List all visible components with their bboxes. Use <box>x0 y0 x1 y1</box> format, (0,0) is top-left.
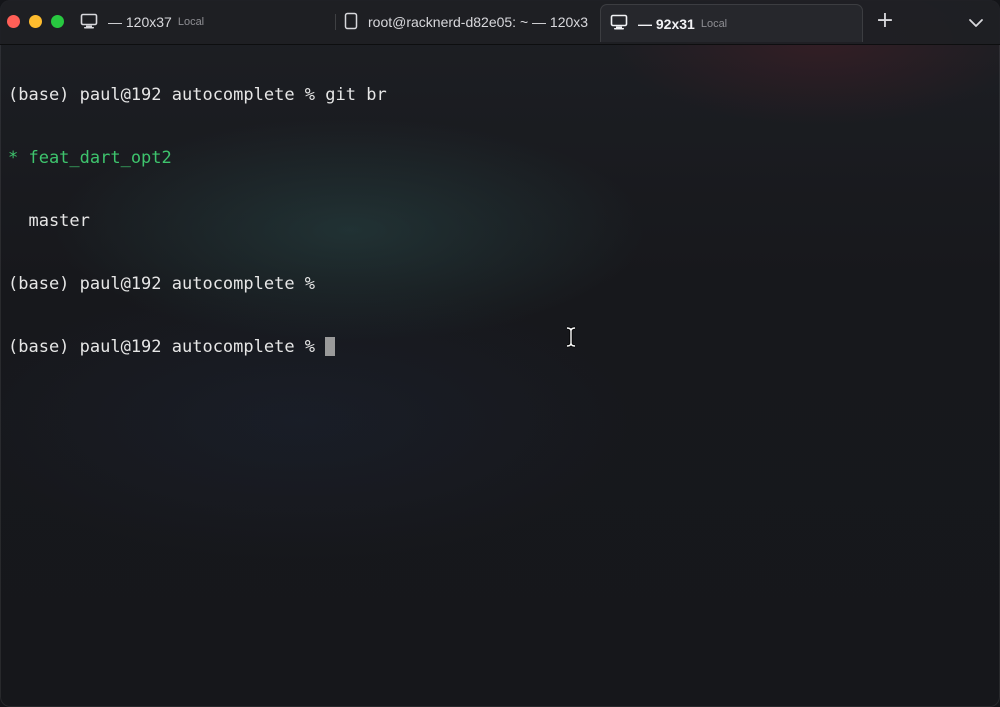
prompt-line[interactable]: (base) paul@192 autocomplete % <box>8 337 387 358</box>
monitor-icon <box>80 13 98 32</box>
tab-subtitle: Local <box>177 16 205 28</box>
minimize-window-button[interactable] <box>29 15 42 28</box>
tab-local-92x31-active[interactable]: — 92x31 Local <box>600 4 863 42</box>
tab-divider <box>335 14 336 30</box>
current-branch-line: * feat_dart_opt2 <box>8 148 172 168</box>
new-tab-button[interactable]: + <box>873 9 897 33</box>
tablet-icon <box>344 12 358 33</box>
terminal-window: — 120x37 Local root@racknerd-d82e05: ~ —… <box>0 0 1000 707</box>
terminal-output[interactable]: (base) paul@192 autocomplete % git br * … <box>8 43 387 400</box>
tab-local-120x37[interactable]: — 120x37 Local <box>80 0 330 44</box>
monitor-icon <box>610 14 628 33</box>
tab-title: root@racknerd-d82e05: ~ — 120x3 <box>368 14 589 30</box>
tab-subtitle: Local <box>700 17 728 30</box>
ibeam-cursor-icon <box>564 326 578 348</box>
tab-bar: — 120x37 Local root@racknerd-d82e05: ~ —… <box>0 0 1000 45</box>
terminal-line: (base) paul@192 autocomplete % git br <box>8 85 387 105</box>
text-cursor <box>325 337 336 356</box>
tab-title: — 120x37 <box>108 14 172 30</box>
tab-remote-racknerd[interactable]: root@racknerd-d82e05: ~ — 120x3 <box>344 0 590 44</box>
terminal-line: (base) paul@192 autocomplete % <box>8 274 316 294</box>
prompt-text: (base) paul@192 autocomplete % <box>8 337 326 357</box>
close-window-button[interactable] <box>7 15 20 28</box>
terminal-line: master <box>8 211 90 231</box>
tab-title: — 92x31 <box>638 15 695 32</box>
maximize-window-button[interactable] <box>51 15 64 28</box>
chevron-down-icon[interactable] <box>965 12 987 34</box>
